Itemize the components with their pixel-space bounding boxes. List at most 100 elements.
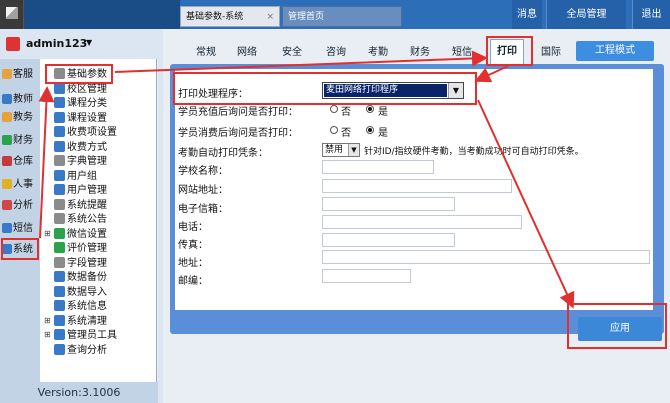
tree-item-label: 课程分类 [67,98,107,109]
tree-item[interactable]: 收费方式 [54,140,107,155]
tree-item[interactable]: 字段管理 [54,256,107,271]
menu-item-icon [54,184,65,195]
version-label: Version:3.1006 [0,382,158,403]
settings-tab-2[interactable]: 安全 [282,43,302,63]
email-label: 电子信箱： [178,204,228,215]
fax-field[interactable] [322,233,455,247]
consume-print-label: 学员消费后询问是否打印： [178,128,298,139]
sidebar-item-label: 分析 [13,200,33,211]
tree-item[interactable]: 课程设置 [54,111,107,126]
sidebar-item-6[interactable]: 分析 [2,196,40,216]
highlight-basic-params [45,64,113,84]
expand-icon[interactable]: ⊞ [44,330,51,339]
settings-tab-0[interactable]: 常规 [196,43,216,63]
phone-field[interactable] [322,215,522,229]
attendance-print-hint: 针对ID/指纹硬件考勤，当考勤成功时可自动打印凭条。 [364,147,584,157]
menu-item-icon [54,300,65,311]
settings-tab-5[interactable]: 财务 [410,43,430,63]
fax-label: 传真： [178,240,208,251]
tree-item-label: 数据导入 [67,286,107,298]
menu-item-icon [54,271,65,282]
module-icon [2,135,12,145]
menu-item-icon [54,82,65,94]
tree-item-label: 查询分析 [67,344,107,356]
tab-home[interactable]: 管理首页 [282,6,402,27]
sidebar-item-5[interactable]: 人事 [2,175,40,195]
tree-item-label: 系统清理 [67,315,107,327]
tree-item[interactable]: 系统提醒 [54,198,107,213]
tree-item[interactable]: 用户组 [54,169,97,184]
school-name-field[interactable] [322,160,434,174]
tree-item-label: 字典管理 [67,156,107,167]
menu-item-icon [54,343,65,355]
tree-item[interactable]: 微信设置 [54,227,107,242]
expand-icon[interactable]: ⊞ [44,229,51,238]
website-field[interactable] [322,179,512,193]
user-panel[interactable]: admin123 ▼ [0,29,158,59]
email-field[interactable] [322,197,455,211]
recharge-no-radio[interactable] [330,105,338,113]
address-field[interactable] [322,250,650,264]
sidebar-item-2[interactable]: 教务 [2,108,40,128]
sidebar-item-0[interactable]: 客服 [2,65,40,85]
close-icon[interactable]: × [266,7,274,28]
address-label: 地址： [178,258,208,269]
consume-yes-radio[interactable] [366,126,374,134]
module-sidebar [0,29,40,403]
sidebar-item-label: 短信 [13,223,33,234]
settings-tab-3[interactable]: 咨询 [326,43,346,63]
module-icon [2,200,12,210]
settings-tab-6[interactable]: 短信 [452,43,472,63]
tree-item[interactable]: 管理员工具 [54,328,117,343]
highlight-print-program [173,72,477,105]
sidebar-item-4[interactable]: 仓库 [2,152,40,172]
tree-item[interactable]: 系统信息 [54,299,107,314]
user-name: admin123 [26,37,88,50]
sidebar-item-label: 教师 [13,94,33,105]
website-label: 网站地址： [178,185,228,196]
module-icon [2,156,12,166]
message-button[interactable]: 消息 [512,0,542,29]
module-icon [2,112,12,122]
settings-tab-4[interactable]: 考勤 [368,43,388,63]
exit-button[interactable]: 退出 [632,0,670,29]
tree-item[interactable]: 查询分析 [54,343,107,358]
tree-item[interactable]: 系统公告 [54,212,107,227]
expand-icon[interactable]: ⊞ [44,316,51,325]
tree-item[interactable]: 系统清理 [54,314,107,329]
tab-basic-params-label: 基础参数-系统 [186,12,244,22]
app-logo-icon[interactable] [0,0,24,29]
tree-item[interactable]: 评价管理 [54,241,107,256]
tree-item[interactable]: 用户管理 [54,183,107,198]
tree-item[interactable]: 数据导入 [54,285,107,300]
global-manage-button[interactable]: 全局管理 [546,0,626,29]
school-name-label: 学校名称： [178,166,228,177]
tree-item[interactable]: 数据备份 [54,270,107,285]
tree-item[interactable]: 收费项设置 [54,125,117,140]
recharge-yes-radio[interactable] [366,105,374,113]
zip-label: 邮编： [178,276,208,287]
tab-basic-params[interactable]: 基础参数-系统 × [180,6,280,27]
consume-no-radio[interactable] [330,126,338,134]
tree-item-label: 评价管理 [67,243,107,254]
sidebar-item-label: 教务 [13,112,33,123]
sidebar-item-3[interactable]: 财务 [2,131,40,151]
tree-item-label: 用户组 [67,170,97,182]
tree-item[interactable]: 课程分类 [54,96,107,111]
sidebar-item-1[interactable]: 教师 [2,90,40,110]
settings-tab-8[interactable]: 国际 [541,43,561,63]
menu-item-icon [54,314,65,326]
settings-tab-1[interactable]: 网络 [237,43,257,63]
attendance-print-select[interactable]: 禁用 ▼ [322,143,360,157]
tree-item[interactable]: 字典管理 [54,154,107,169]
engineering-mode-button[interactable]: 工程模式 [576,41,654,61]
highlight-apply-button [567,303,667,349]
chevron-down-icon[interactable]: ▼ [348,144,359,156]
menu-item-icon [54,126,65,137]
sidebar-item-7[interactable]: 短信 [2,219,40,239]
chevron-down-icon[interactable]: ▼ [86,38,92,47]
menu-item-icon [54,155,65,166]
sidebar-item-label: 财务 [13,135,33,146]
zip-field[interactable] [322,269,411,283]
menu-item-icon [54,329,65,340]
